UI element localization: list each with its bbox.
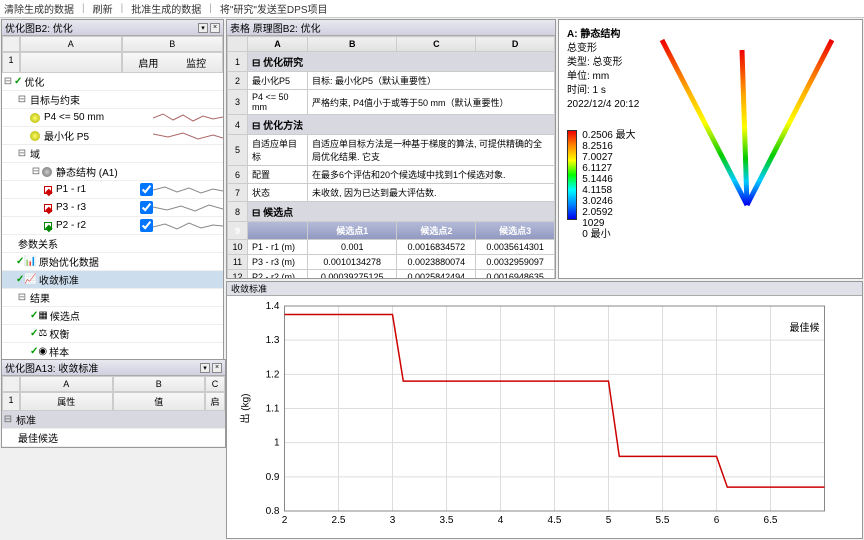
svg-text:1.4: 1.4 [266, 301, 280, 312]
tree-root[interactable]: ⊟✓优化 [2, 73, 223, 91]
ball-icon [42, 167, 52, 177]
tree-p1[interactable]: ◆P1 - r1 [2, 181, 223, 199]
toolbar-approve[interactable]: 批准生成的数据 [131, 1, 201, 16]
tree-p2[interactable]: ◆P3 - r3 [2, 199, 223, 217]
outline-tree: ⊟✓优化 ⊟目标与约束 P4 <= 50 mm 最小化 P5 ⊟域 ⊟静态结构 … [2, 73, 223, 361]
pin-icon[interactable]: ▾ [198, 23, 208, 33]
svg-text:6.5: 6.5 [764, 515, 778, 526]
color-legend: 0.2506 最大8.25167.00276.11275.14464.11583… [567, 130, 636, 240]
properties-panel: 优化图A13: 收敛标准▾× ABC 1属性值启 ⊟标准 最佳候选 [1, 359, 226, 448]
svg-text:4.5: 4.5 [548, 515, 562, 526]
svg-text:0.8: 0.8 [266, 506, 280, 517]
outline-panel: 优化图B2: 优化 ▾× A B 1 启用监控 ⊟✓优化 ⊟目标与约束 P4 <… [1, 19, 224, 362]
svg-text:6: 6 [714, 515, 720, 526]
toolbar: 清除生成的数据 | 刷新 | 批准生成的数据 | 将"研究"发送至DPS项目 [0, 0, 864, 18]
tree-conv[interactable]: ✓📈收敛标准 [2, 271, 223, 289]
col-b[interactable]: B [122, 36, 224, 52]
svg-text:0.9: 0.9 [266, 472, 280, 483]
viz-info: A: 静态结构 总变形 类型: 总变形 单位: mm 时间: 1 s 2022/… [567, 28, 639, 112]
ball-icon [30, 131, 40, 141]
svg-text:3.5: 3.5 [440, 515, 454, 526]
svg-text:2: 2 [282, 515, 288, 526]
tree-results[interactable]: ⊟结果 [2, 289, 223, 307]
close-icon[interactable]: × [212, 363, 222, 373]
close-icon[interactable]: × [210, 23, 220, 33]
tree-goals[interactable]: ⊟目标与约束 [2, 91, 223, 109]
tree-relations[interactable]: 参数关系 [2, 235, 223, 253]
svg-text:2.5: 2.5 [332, 515, 346, 526]
data-table: 表格 原理图B2: 优化 ABCD 1⊟ 优化研究 2最小化P5目标: 最小化P… [226, 19, 556, 279]
svg-text:1.1: 1.1 [266, 404, 280, 415]
tree-static[interactable]: ⊟静态结构 (A1) [2, 163, 223, 181]
convergence-chart[interactable]: 收敛标准 0.80.911.11.21.31.422.533.544.555.5… [226, 281, 863, 539]
pin-icon[interactable]: ▾ [200, 363, 210, 373]
svg-text:出 (kg): 出 (kg) [239, 394, 252, 424]
svg-text:1.3: 1.3 [266, 335, 280, 346]
tree-tradeoff[interactable]: ✓⚖权衡 [2, 325, 223, 343]
tree-raw[interactable]: ✓📊原始优化数据 [2, 253, 223, 271]
tree-domain[interactable]: ⊟域 [2, 145, 223, 163]
toolbar-refresh[interactable]: 刷新 [93, 1, 113, 16]
col-a[interactable]: A [20, 36, 122, 52]
tree-p3[interactable]: ◆P2 - r2 [2, 217, 223, 235]
svg-text:5: 5 [606, 515, 612, 526]
svg-text:5.5: 5.5 [656, 515, 670, 526]
svg-text:3: 3 [390, 515, 396, 526]
svg-text:4: 4 [498, 515, 504, 526]
tree-minimize[interactable]: 最小化 P5 [2, 127, 223, 145]
toolbar-send[interactable]: 将"研究"发送至DPS项目 [220, 1, 328, 16]
outline-header: 优化图B2: 优化 ▾× [2, 20, 223, 36]
toolbar-clear[interactable]: 清除生成的数据 [4, 1, 74, 16]
svg-text:1: 1 [274, 438, 280, 449]
svg-text:最佳候: 最佳候 [790, 321, 820, 334]
enable-check[interactable] [140, 219, 153, 232]
enable-check[interactable] [140, 183, 153, 196]
tree-constraint[interactable]: P4 <= 50 mm [2, 109, 223, 127]
svg-text:1.2: 1.2 [266, 369, 280, 380]
tree-candidates[interactable]: ✓▦候选点 [2, 307, 223, 325]
ball-icon [30, 113, 40, 123]
deformation-plot[interactable] [642, 30, 852, 230]
enable-check[interactable] [140, 201, 153, 214]
viz-panel: A: 静态结构 总变形 类型: 总变形 单位: mm 时间: 1 s 2022/… [558, 19, 863, 279]
